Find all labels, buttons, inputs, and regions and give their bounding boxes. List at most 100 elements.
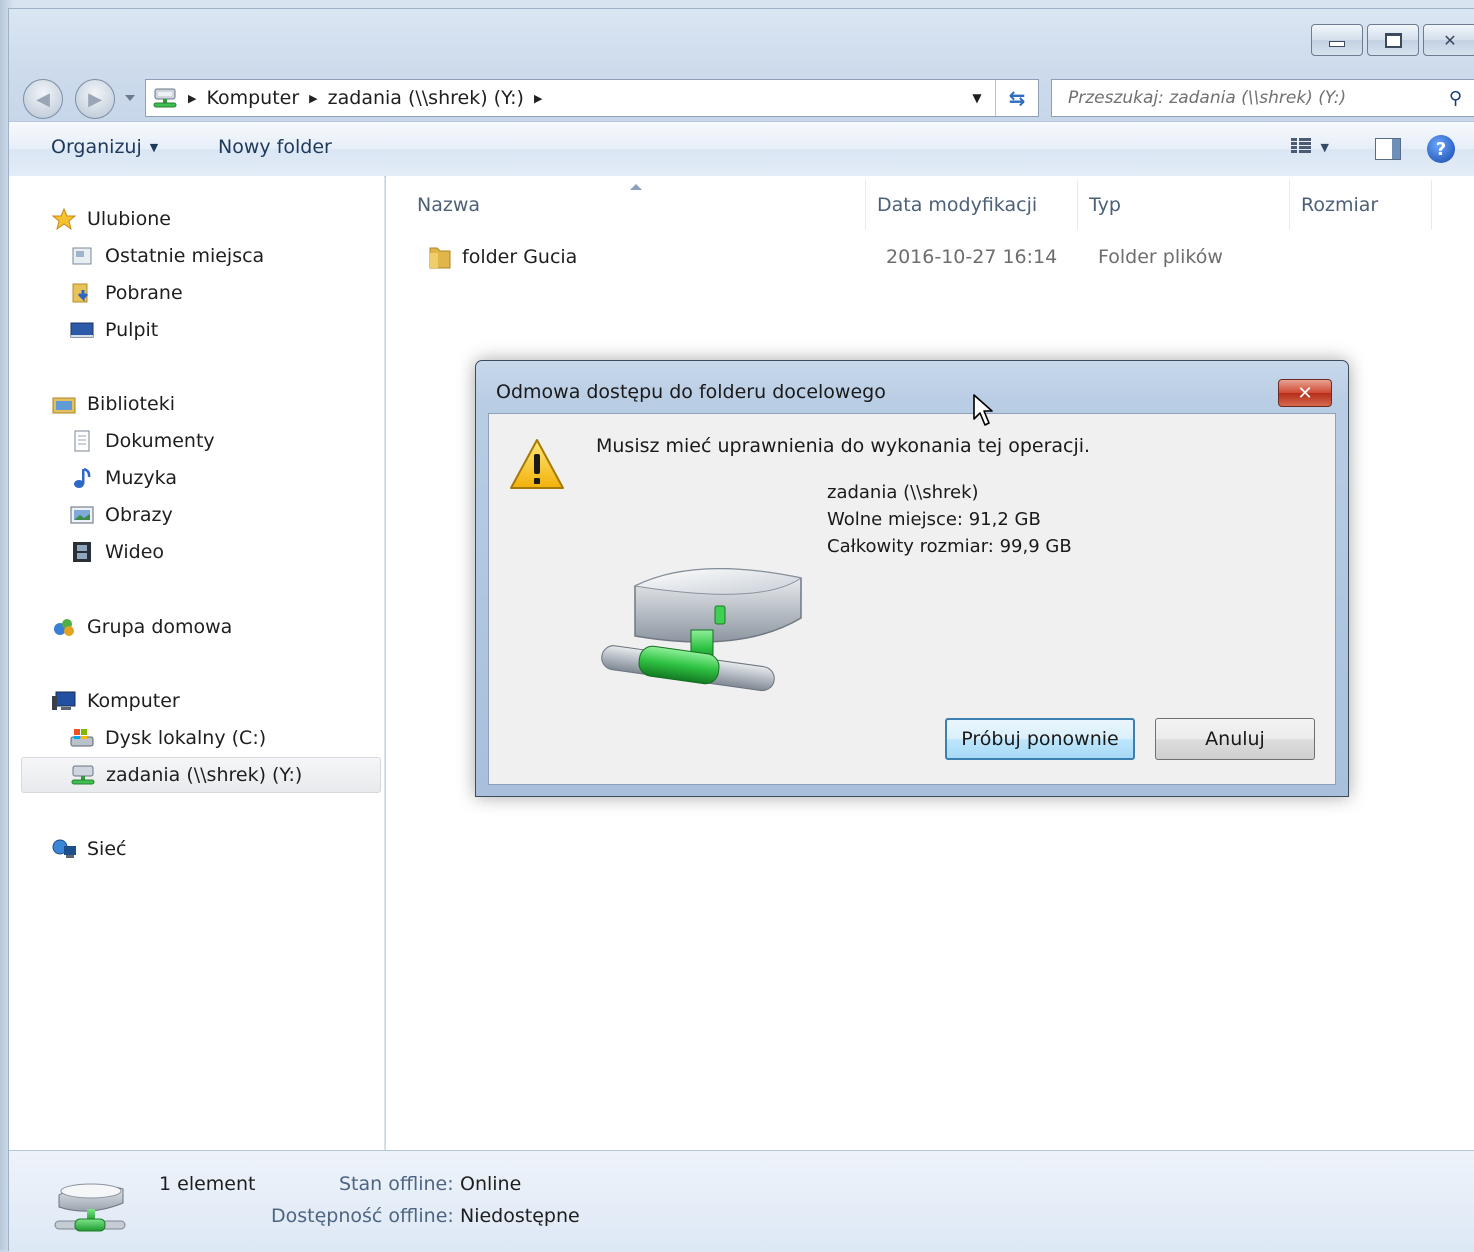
network-drive-icon xyxy=(70,763,96,787)
sidebar-item-label: zadania (\\shrek) (Y:) xyxy=(106,764,303,786)
forward-button[interactable]: ▶ xyxy=(75,79,115,119)
organize-label: Organizuj xyxy=(51,136,142,158)
sidebar-item-libraries[interactable]: Biblioteki xyxy=(51,389,175,419)
breadcrumb-chevron-icon[interactable]: ▶ xyxy=(309,92,317,105)
refresh-icon: ⇆ xyxy=(1008,86,1026,110)
change-view-button[interactable]: ▼ xyxy=(1290,138,1329,156)
sidebar-item-recent-places[interactable]: Ostatnie miejsca xyxy=(69,241,264,271)
sidebar-item-downloads[interactable]: Pobrane xyxy=(69,278,183,308)
sidebar-item-label: Dysk lokalny (C:) xyxy=(105,727,267,749)
sort-ascending-icon xyxy=(630,184,642,190)
chevron-down-icon: ▼ xyxy=(149,140,159,154)
sidebar-item-music[interactable]: Muzyka xyxy=(69,463,177,493)
search-box[interactable]: ⚲ xyxy=(1051,79,1474,117)
breadcrumb-item-computer[interactable]: Komputer xyxy=(206,87,299,109)
recent-places-icon xyxy=(69,244,95,268)
mouse-cursor-icon xyxy=(972,393,998,434)
column-header-name[interactable]: Nazwa xyxy=(417,194,480,216)
refresh-button[interactable]: ⇆ xyxy=(995,80,1038,116)
navigation-bar: ◀ ▶ ▶ Komputer ▶ zadania (\\shrek) (Y:) … xyxy=(9,69,1474,121)
new-folder-label: Nowy folder xyxy=(218,136,332,158)
sidebar-item-homegroup[interactable]: Grupa domowa xyxy=(51,612,232,642)
desktop-icon xyxy=(69,318,95,342)
sidebar-item-network[interactable]: Sieć xyxy=(51,834,126,864)
dialog-content: Musisz mieć uprawnienia do wykonania tej… xyxy=(488,413,1336,785)
command-bar: Organizuj ▼ Nowy folder ▼ ? xyxy=(9,121,1474,177)
network-drive-icon xyxy=(152,87,178,109)
details-pane: 1 element Stan offline: Online Dostępnoś… xyxy=(9,1150,1474,1252)
music-note-icon xyxy=(69,466,95,490)
warning-icon xyxy=(509,438,565,495)
sidebar-item-local-disk[interactable]: Dysk lokalny (C:) xyxy=(69,723,266,753)
sidebar-item-label: Wideo xyxy=(105,541,165,563)
maximize-button[interactable] xyxy=(1367,24,1419,56)
sidebar-item-label: Ulubione xyxy=(87,208,171,230)
new-folder-button[interactable]: Nowy folder xyxy=(218,136,332,158)
item-count: 1 element xyxy=(159,1173,256,1195)
local-disk-icon xyxy=(69,726,95,750)
breadcrumb-item-drive[interactable]: zadania (\\shrek) (Y:) xyxy=(328,87,524,109)
sidebar-item-desktop[interactable]: Pulpit xyxy=(69,315,158,345)
free-space: Wolne miejsce: 91,2 GB xyxy=(827,509,1041,530)
sidebar-item-label: Dokumenty xyxy=(105,430,215,452)
dialog-message: Musisz mieć uprawnienia do wykonania tej… xyxy=(596,435,1091,457)
column-header-modified[interactable]: Data modyfikacji xyxy=(877,194,1037,216)
libraries-icon xyxy=(51,392,77,416)
sidebar-item-label: Komputer xyxy=(87,690,180,712)
preview-pane-button[interactable] xyxy=(1375,138,1401,160)
recent-pages-dropdown[interactable] xyxy=(125,95,135,101)
chevron-down-icon[interactable]: ▼ xyxy=(1321,141,1329,154)
close-icon: ✕ xyxy=(1443,30,1457,50)
close-icon: ✕ xyxy=(1297,382,1313,404)
close-window-button[interactable]: ✕ xyxy=(1423,24,1474,56)
column-divider[interactable] xyxy=(865,180,866,230)
offline-availability-value: Niedostępne xyxy=(460,1205,580,1227)
help-button[interactable]: ? xyxy=(1427,135,1455,163)
breadcrumb-chevron-icon[interactable]: ▶ xyxy=(534,92,542,105)
drive-name: zadania (\\shrek) xyxy=(827,482,979,503)
sidebar-item-pictures[interactable]: Obrazy xyxy=(69,500,173,530)
dialog-close-button[interactable]: ✕ xyxy=(1278,379,1332,407)
star-icon xyxy=(51,207,77,231)
access-denied-dialog: Odmowa dostępu do folderu docelowego ✕ M… xyxy=(475,360,1349,797)
help-icon: ? xyxy=(1435,138,1447,160)
retry-button[interactable]: Próbuj ponownie xyxy=(945,718,1135,760)
search-icon[interactable]: ⚲ xyxy=(1449,88,1462,109)
column-divider[interactable] xyxy=(1077,180,1078,230)
minimize-button[interactable] xyxy=(1311,24,1363,56)
offline-status-label: Stan offline: xyxy=(339,1173,454,1195)
sidebar-item-favorites[interactable]: Ulubione xyxy=(51,204,171,234)
breadcrumb-chevron-icon[interactable]: ▶ xyxy=(188,92,196,105)
sidebar-item-label: Ostatnie miejsca xyxy=(105,245,265,267)
address-history-dropdown[interactable]: ▼ xyxy=(960,80,994,116)
column-divider[interactable] xyxy=(1289,180,1290,230)
sidebar-item-label: Sieć xyxy=(87,838,127,860)
network-drive-large-icon xyxy=(597,546,805,701)
minimize-icon xyxy=(1329,41,1345,47)
pictures-icon xyxy=(69,503,95,527)
sidebar-item-label: Obrazy xyxy=(105,504,173,526)
column-divider[interactable] xyxy=(1431,180,1432,230)
sidebar-item-label: Pulpit xyxy=(105,319,159,341)
file-name[interactable]: folder Gucia xyxy=(462,246,577,268)
search-input[interactable] xyxy=(1066,87,1430,109)
column-header-type[interactable]: Typ xyxy=(1089,194,1121,216)
homegroup-icon xyxy=(51,615,77,639)
back-button[interactable]: ◀ xyxy=(23,79,63,119)
folder-icon xyxy=(428,244,452,275)
sidebar-item-network-drive[interactable]: zadania (\\shrek) (Y:) xyxy=(21,757,381,793)
organize-button[interactable]: Organizuj ▼ xyxy=(51,136,158,158)
sidebar-item-documents[interactable]: Dokumenty xyxy=(69,426,215,456)
sidebar-item-label: Muzyka xyxy=(105,467,177,489)
sidebar-item-videos[interactable]: Wideo xyxy=(69,537,164,567)
dialog-title: Odmowa dostępu do folderu docelowego xyxy=(496,381,886,403)
film-icon xyxy=(69,540,95,564)
address-bar[interactable]: ▶ Komputer ▶ zadania (\\shrek) (Y:) ▶ ▼ … xyxy=(145,79,1039,117)
computer-icon xyxy=(51,689,77,713)
documents-icon xyxy=(69,429,95,453)
forward-arrow-icon: ▶ xyxy=(88,88,102,110)
sidebar-item-computer[interactable]: Komputer xyxy=(51,686,180,716)
network-drive-large-icon xyxy=(49,1173,129,1248)
cancel-button[interactable]: Anuluj xyxy=(1155,718,1315,760)
column-header-size[interactable]: Rozmiar xyxy=(1301,194,1378,216)
